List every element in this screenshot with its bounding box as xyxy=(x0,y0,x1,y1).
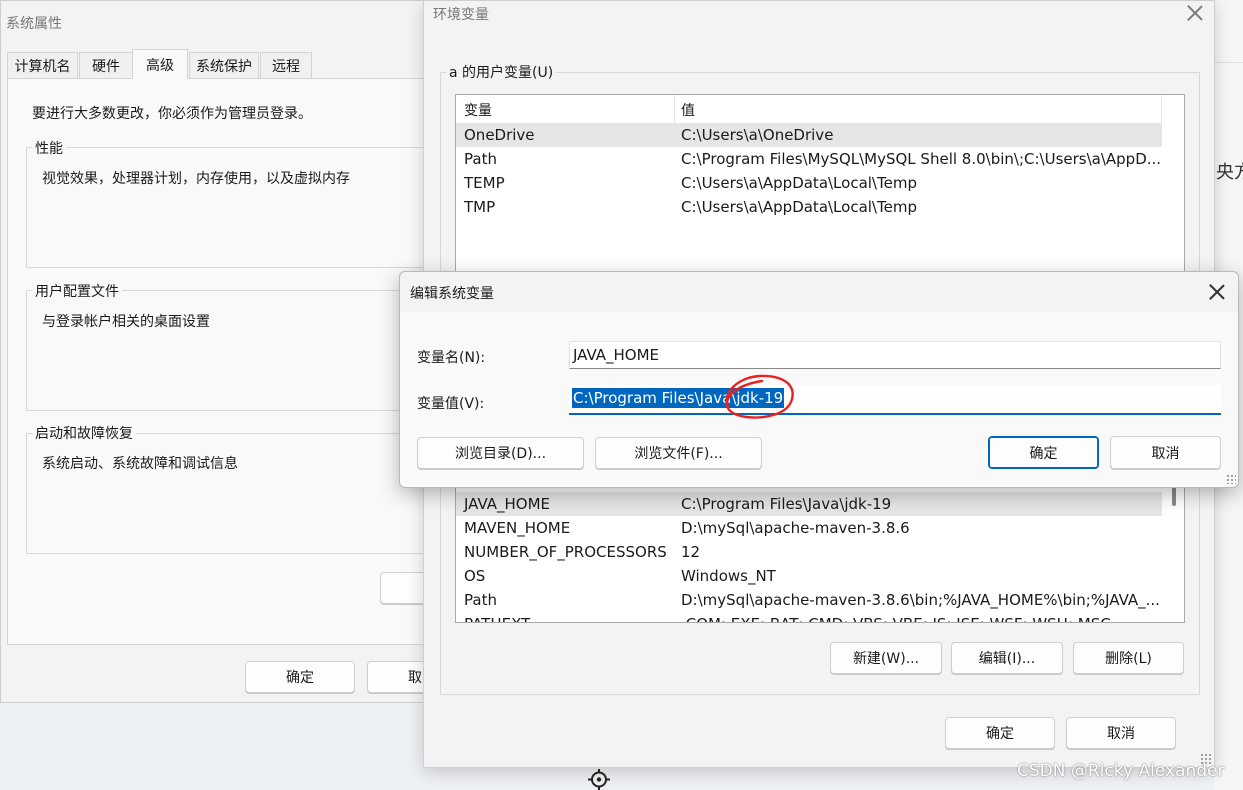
resize-grip-icon[interactable] xyxy=(1226,474,1236,484)
variable-value: D:\mySql\apache-maven-3.8.6 xyxy=(681,519,910,537)
system-properties-window: 系统属性 计算机名 硬件 高级 系统保护 远程 要进行大多数更改，你必须作为管理… xyxy=(0,0,430,703)
performance-title: 性能 xyxy=(32,138,66,158)
crosshair-icon xyxy=(588,769,610,790)
csdn-watermark: CSDN @Ricky Alexander xyxy=(1017,761,1225,781)
red-circle-annotation xyxy=(725,374,794,419)
variable-name: NUMBER_OF_PROCESSORS xyxy=(464,543,667,561)
browse-directory-button[interactable]: 浏览目录(D)... xyxy=(417,437,584,469)
dialog-cancel-button[interactable]: 取消 xyxy=(1110,436,1221,469)
column-divider xyxy=(1161,95,1162,123)
user-profiles-desc: 与登录帐户相关的桌面设置 xyxy=(42,314,210,330)
column-header-variable[interactable]: 变量 xyxy=(464,100,492,120)
variable-name: TEMP xyxy=(464,174,505,192)
variable-name: MAVEN_HOME xyxy=(464,519,571,537)
variable-value: C:\Users\a\AppData\Local\Temp xyxy=(681,174,917,192)
table-row[interactable]: MAVEN_HOME D:\mySql\apache-maven-3.8.6 xyxy=(456,516,1184,540)
variable-value: Windows_NT xyxy=(681,567,776,585)
column-header-value[interactable]: 值 xyxy=(681,100,695,120)
tab-computer-name[interactable]: 计算机名 xyxy=(7,52,78,78)
list-header: 变量 值 xyxy=(456,95,1162,124)
envvars-cancel-button[interactable]: 取消 xyxy=(1066,717,1176,749)
table-row[interactable]: Path C:\Program Files\MySQL\MySQL Shell … xyxy=(456,147,1184,171)
window-title: 系统属性 xyxy=(6,16,62,32)
variable-value: C:\Program Files\Java\jdk-19 xyxy=(681,495,892,513)
system-variables-list[interactable]: JAVA_HOME C:\Program Files\Java\jdk-19 M… xyxy=(455,481,1185,623)
variable-value: C:\Users\a\OneDrive xyxy=(681,126,834,144)
performance-group xyxy=(26,147,429,268)
edit-system-variable-dialog: 编辑系统变量 变量名(N): JAVA_HOME 变量值(V): C:\Prog… xyxy=(399,271,1239,488)
close-icon[interactable] xyxy=(1206,281,1228,303)
startup-recovery-group xyxy=(26,433,429,554)
user-variables-list[interactable]: 变量 值 OneDrive C:\Users\a\OneDrive Path C… xyxy=(455,94,1185,284)
variable-name-field[interactable]: JAVA_HOME xyxy=(569,341,1221,369)
delete-variable-button[interactable]: 删除(L) xyxy=(1073,642,1184,674)
envvars-ok-button[interactable]: 确定 xyxy=(945,717,1055,749)
dialog-ok-button[interactable]: 确定 xyxy=(988,436,1099,469)
variable-value-label: 变量值(V): xyxy=(417,396,485,412)
user-profiles-title: 用户配置文件 xyxy=(32,281,122,301)
variable-value: 12 xyxy=(681,543,701,561)
variable-name: Path xyxy=(464,591,497,609)
table-row[interactable]: PATHEXT .COM;.EXE;.BAT;.CMD;.VBS;.VBE;.J… xyxy=(456,612,1184,622)
table-row[interactable]: OS Windows_NT xyxy=(456,564,1184,588)
startup-recovery-title: 启动和故障恢复 xyxy=(32,423,136,443)
window-title: 环境变量 xyxy=(433,7,489,23)
edit-variable-button[interactable]: 编辑(I)... xyxy=(951,642,1063,674)
variable-name-label: 变量名(N): xyxy=(417,350,486,366)
variable-value: C:\Users\a\AppData\Local\Temp xyxy=(681,198,917,216)
dialog-title: 编辑系统变量 xyxy=(410,286,494,302)
table-row[interactable]: NUMBER_OF_PROCESSORS 12 xyxy=(456,540,1184,564)
tab-advanced[interactable]: 高级 xyxy=(132,49,188,79)
close-icon[interactable] xyxy=(1184,2,1206,24)
variable-name: JAVA_HOME xyxy=(464,495,551,513)
table-row[interactable]: TMP C:\Users\a\AppData\Local\Temp xyxy=(456,195,1184,219)
variable-name: PATHEXT xyxy=(464,612,530,622)
variable-value: C:\Program Files\MySQL\MySQL Shell 8.0\b… xyxy=(681,150,1162,168)
browse-file-button[interactable]: 浏览文件(F)... xyxy=(595,437,762,469)
variable-value: D:\mySql\apache-maven-3.8.6\bin;%JAVA_HO… xyxy=(681,591,1160,609)
variable-name: TMP xyxy=(464,198,496,216)
tab-hardware[interactable]: 硬件 xyxy=(79,52,133,78)
startup-recovery-desc: 系统启动、系统故障和调试信息 xyxy=(42,456,238,472)
table-row[interactable]: JAVA_HOME C:\Program Files\Java\jdk-19 xyxy=(456,492,1162,516)
new-variable-button[interactable]: 新建(W)... xyxy=(830,642,942,674)
variable-name: Path xyxy=(464,150,497,168)
variable-value: .COM;.EXE;.BAT;.CMD;.VBS;.VBE;.JS;.JSE;.… xyxy=(681,612,1111,622)
admin-note: 要进行大多数更改，你必须作为管理员登录。 xyxy=(32,106,312,122)
tab-remote[interactable]: 远程 xyxy=(260,52,312,78)
performance-desc: 视觉效果，处理器计划，内存使用，以及虚拟内存 xyxy=(42,171,350,187)
tab-system-protection[interactable]: 系统保护 xyxy=(189,52,259,78)
column-divider xyxy=(674,95,675,123)
table-row[interactable]: OneDrive C:\Users\a\OneDrive xyxy=(456,123,1162,147)
sysprops-ok-button[interactable]: 确定 xyxy=(245,661,355,693)
table-row[interactable]: Path D:\mySql\apache-maven-3.8.6\bin;%JA… xyxy=(456,588,1184,612)
background-edge-text: 央方 xyxy=(1216,162,1243,183)
table-row[interactable]: TEMP C:\Users\a\AppData\Local\Temp xyxy=(456,171,1184,195)
variable-name: OS xyxy=(464,567,486,585)
background-top-bar xyxy=(1214,62,1243,63)
variable-name: OneDrive xyxy=(464,126,535,144)
user-profiles-group xyxy=(26,290,429,411)
user-variables-title: a 的用户变量(U) xyxy=(446,62,557,82)
sysprops-cancel-button[interactable]: 取 xyxy=(367,661,429,693)
variable-value-field[interactable]: C:\Program Files\Java\jdk-19 xyxy=(569,385,1221,415)
scrollbar-thumb[interactable] xyxy=(1172,486,1176,506)
